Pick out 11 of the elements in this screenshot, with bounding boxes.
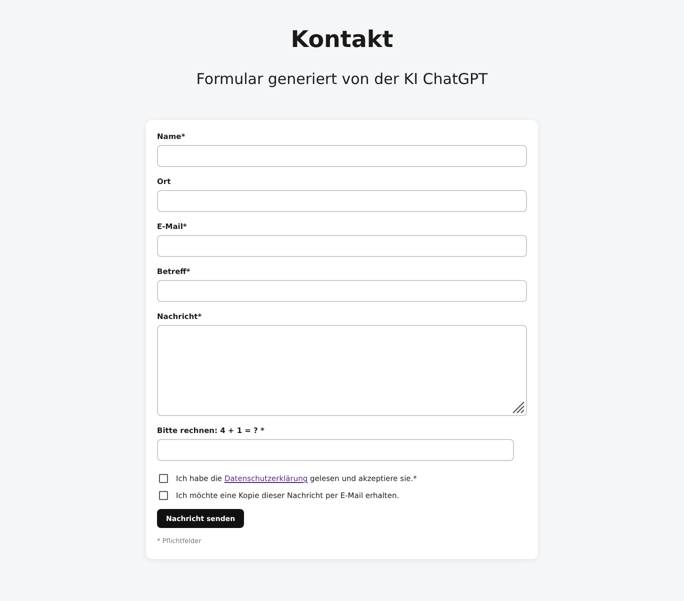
textarea-field[interactable]	[157, 325, 527, 416]
input-field[interactable]	[157, 235, 527, 257]
page-title: Kontakt	[290, 27, 394, 53]
input-field[interactable]	[157, 190, 527, 212]
input-field[interactable]	[157, 145, 527, 167]
resize-handle-icon[interactable]	[512, 401, 525, 414]
checkbox[interactable]	[159, 491, 168, 500]
page-subtitle: Formular generiert von der KI ChatGPT	[196, 70, 488, 88]
input-field[interactable]	[157, 439, 514, 461]
checkbox[interactable]	[159, 474, 168, 483]
input-field[interactable]	[157, 280, 527, 302]
